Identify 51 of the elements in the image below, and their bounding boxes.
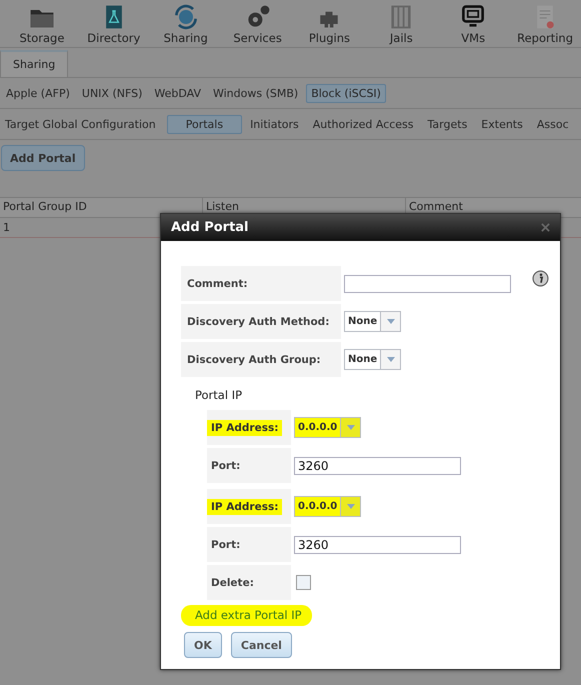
add-portal-button[interactable]: Add Portal — [1, 145, 85, 171]
nav-item[interactable]: Directory — [78, 0, 150, 47]
add-portal-ip-link[interactable]: Add extra Portal IP — [181, 605, 312, 626]
table-cell-text: 1 — [2, 220, 11, 236]
nav-item[interactable]: VMs — [437, 0, 510, 47]
protocol-tab[interactable]: UNIX (NFS) — [78, 84, 146, 102]
select-dropdown[interactable]: None — [344, 311, 402, 332]
iscsi-tab[interactable]: Portals — [166, 114, 242, 134]
field-label: Comment: — [181, 266, 341, 301]
select-dropdown[interactable]: 0.0.0.0 — [294, 417, 362, 438]
comment-field[interactable] — [344, 274, 511, 292]
nav-item[interactable]: Storage — [6, 0, 78, 47]
field-label: Discovery Auth Group: — [181, 342, 341, 377]
field-label: Port: — [207, 527, 291, 562]
iscsi-tab[interactable]: Initiators — [247, 114, 305, 134]
field-label: IP Address: — [207, 410, 291, 445]
field-label: Port: — [207, 448, 291, 483]
protocol-tab[interactable]: Windows (SMB) — [208, 84, 302, 102]
caret-icon — [386, 357, 395, 362]
cancel-button[interactable]: Cancel — [230, 632, 292, 658]
field-label: IP Address: — [207, 489, 291, 524]
column-header: Comment — [408, 199, 464, 215]
protocol-tab[interactable]: Block (iSCSI) — [306, 84, 386, 102]
page-tab[interactable]: Sharing — [0, 50, 68, 77]
caret-icon — [386, 319, 395, 324]
ok-button[interactable]: OK — [184, 632, 222, 658]
nav-item[interactable]: Plugins — [294, 0, 366, 47]
close-icon[interactable] — [541, 223, 550, 232]
checkbox[interactable] — [296, 575, 311, 590]
protocol-tab[interactable]: WebDAV — [150, 84, 205, 102]
info-icon[interactable] — [532, 270, 549, 287]
iscsi-tab[interactable]: Target Global Configuration — [2, 114, 162, 134]
section-label: Portal IP — [194, 387, 244, 404]
iscsi-tab[interactable]: Authorized Access — [310, 114, 420, 134]
select-dropdown[interactable]: 0.0.0.0 — [294, 496, 362, 517]
caret-icon — [346, 504, 355, 509]
protocol-tab[interactable]: Apple (AFP) — [2, 84, 74, 102]
field-label: Delete: — [207, 565, 291, 600]
nav-item[interactable]: Reporting — [509, 0, 581, 47]
dialog-title: Add Portal — [171, 220, 249, 235]
iscsi-tab[interactable]: Extents — [478, 114, 529, 134]
select-dropdown[interactable]: None — [344, 349, 402, 370]
nav-item[interactable]: Jails — [365, 0, 438, 47]
nav-item[interactable]: Sharing — [150, 0, 222, 47]
port-field[interactable]: 3260 — [294, 536, 461, 554]
nav-item[interactable]: Services — [222, 0, 294, 47]
port-field[interactable]: 3260 — [294, 456, 461, 474]
iscsi-tab[interactable]: Targets — [424, 114, 474, 134]
caret-icon — [346, 425, 355, 430]
iscsi-tab[interactable]: Assoc — [534, 114, 575, 134]
field-label: Discovery Auth Method: — [181, 304, 341, 339]
